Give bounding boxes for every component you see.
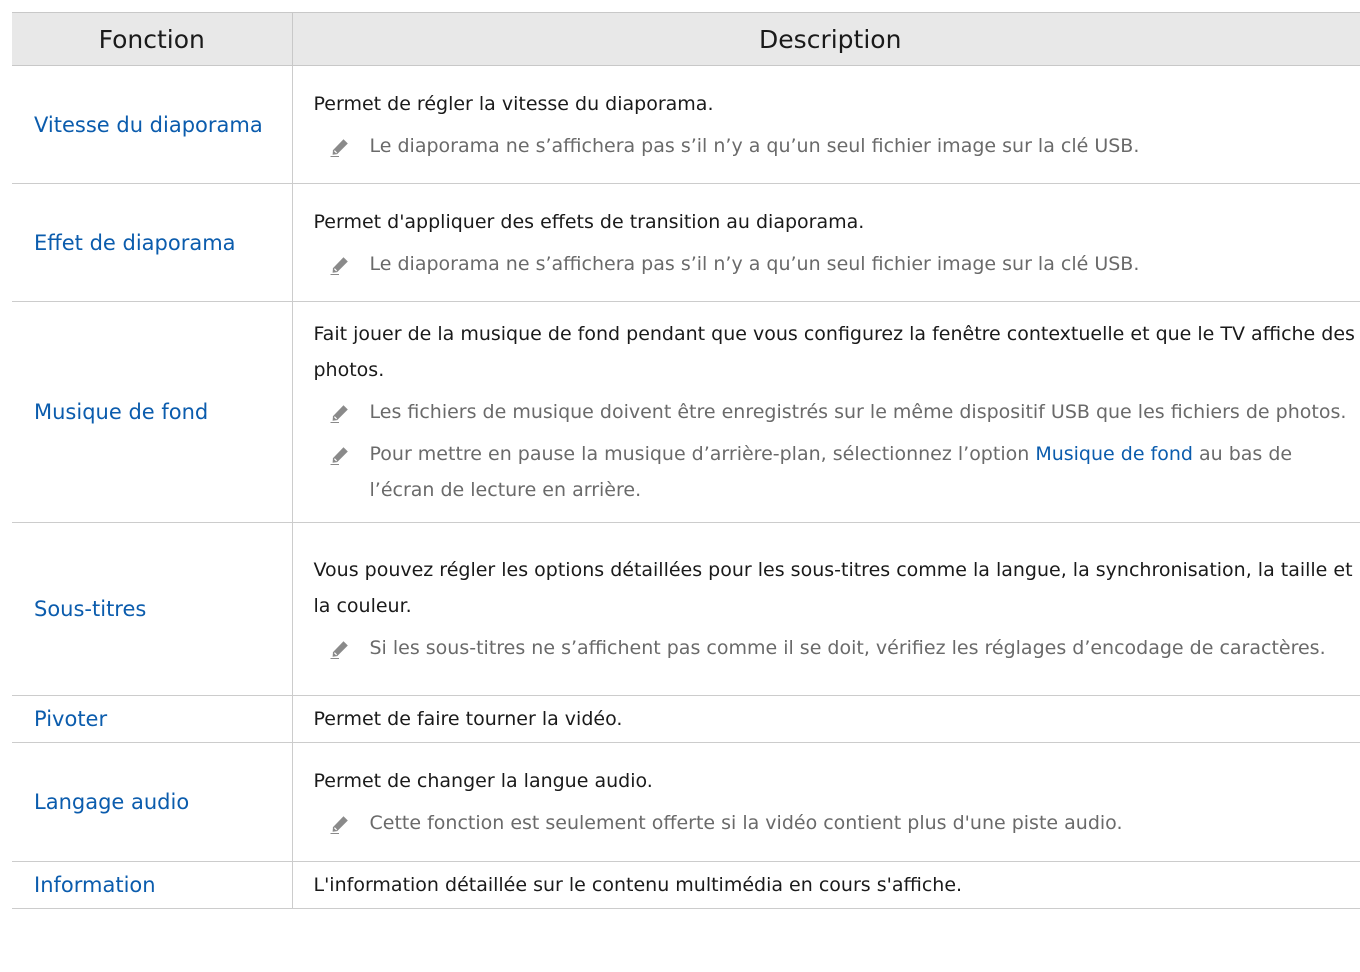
function-name[interactable]: Effet de diaporama [12,183,293,302]
note-text: Le diaporama ne s’affichera pas s’il n’y… [369,252,1140,275]
note: Le diaporama ne s’affichera pas s’il n’y… [314,128,1357,164]
pencil-icon [330,816,348,834]
function-name[interactable]: Vitesse du diaporama [12,65,293,184]
description-text: Permet d'appliquer des effets de transit… [313,210,865,233]
function-name[interactable]: Langage audio [12,742,293,862]
description-text: Vous pouvez régler les options détaillée… [313,559,1353,617]
note-text: Cette fonction est seulement offerte si … [369,812,1123,834]
pencil-icon [330,447,348,465]
header-function: Fonction [12,12,292,66]
description-cell: Vous pouvez régler les options détaillée… [292,522,1360,696]
description-cell: Permet de faire tourner la vidéo. [292,695,1360,743]
pencil-icon [330,138,348,157]
table-row: Sous-titres Vous pouvez régler les optio… [12,522,1360,696]
header-description: Description [291,12,1360,66]
note-text: Les fichiers de musique doivent être enr… [369,401,1347,423]
table-row: Vitesse du diaporama Permet de régler la… [12,65,1360,184]
description-text: Permet de faire tourner la vidéo. [313,708,623,730]
function-name[interactable]: Musique de fond [12,301,293,523]
note: Pour mettre en pause la musique d’arrièr… [314,436,1357,508]
description-cell: Fait jouer de la musique de fond pendant… [292,301,1360,523]
description-text: Permet de régler la vitesse du diaporama… [313,92,714,115]
description-cell: Permet d'appliquer des effets de transit… [292,183,1360,302]
function-name[interactable]: Information [12,861,293,909]
description-text: Fait jouer de la musique de fond pendant… [313,323,1355,381]
pencil-icon [330,641,348,659]
function-table: Fonction Description Vitesse du diaporam… [12,12,1360,909]
function-name[interactable]: Sous-titres [12,522,293,696]
table-header-row: Fonction Description [12,12,1360,66]
pencil-icon [330,256,348,275]
note-text: Pour mettre en pause la musique d’arrièr… [369,443,1036,465]
description-text: L'information détaillée sur le contenu m… [313,874,963,896]
table-row: Effet de diaporama Permet d'appliquer de… [12,183,1360,302]
note-text: Si les sous-titres ne s’affichent pas co… [369,637,1326,659]
function-name[interactable]: Pivoter [12,695,293,743]
page: Fonction Description Vitesse du diaporam… [0,0,1360,972]
note: Cette fonction est seulement offerte si … [314,805,1357,841]
note: Si les sous-titres ne s’affichent pas co… [314,630,1357,666]
description-text: Permet de changer la langue audio. [313,770,653,792]
note-text: Le diaporama ne s’affichera pas s’il n’y… [369,134,1140,157]
musique-de-fond-link[interactable]: Musique de fond [1035,443,1193,465]
table-row: Musique de fond Fait jouer de la musique… [12,301,1360,523]
description-cell: L'information détaillée sur le contenu m… [292,861,1360,909]
description-cell: Permet de changer la langue audio. Cette… [292,742,1360,862]
description-cell: Permet de régler la vitesse du diaporama… [292,65,1360,184]
note: Les fichiers de musique doivent être enr… [314,394,1357,430]
table-row: Langage audio Permet de changer la langu… [12,742,1360,862]
note: Le diaporama ne s’affichera pas s’il n’y… [314,246,1357,282]
pencil-icon [330,405,348,423]
table-row: Pivoter Permet de faire tourner la vidéo… [12,695,1360,743]
table-row: Information L'information détaillée sur … [12,861,1360,909]
